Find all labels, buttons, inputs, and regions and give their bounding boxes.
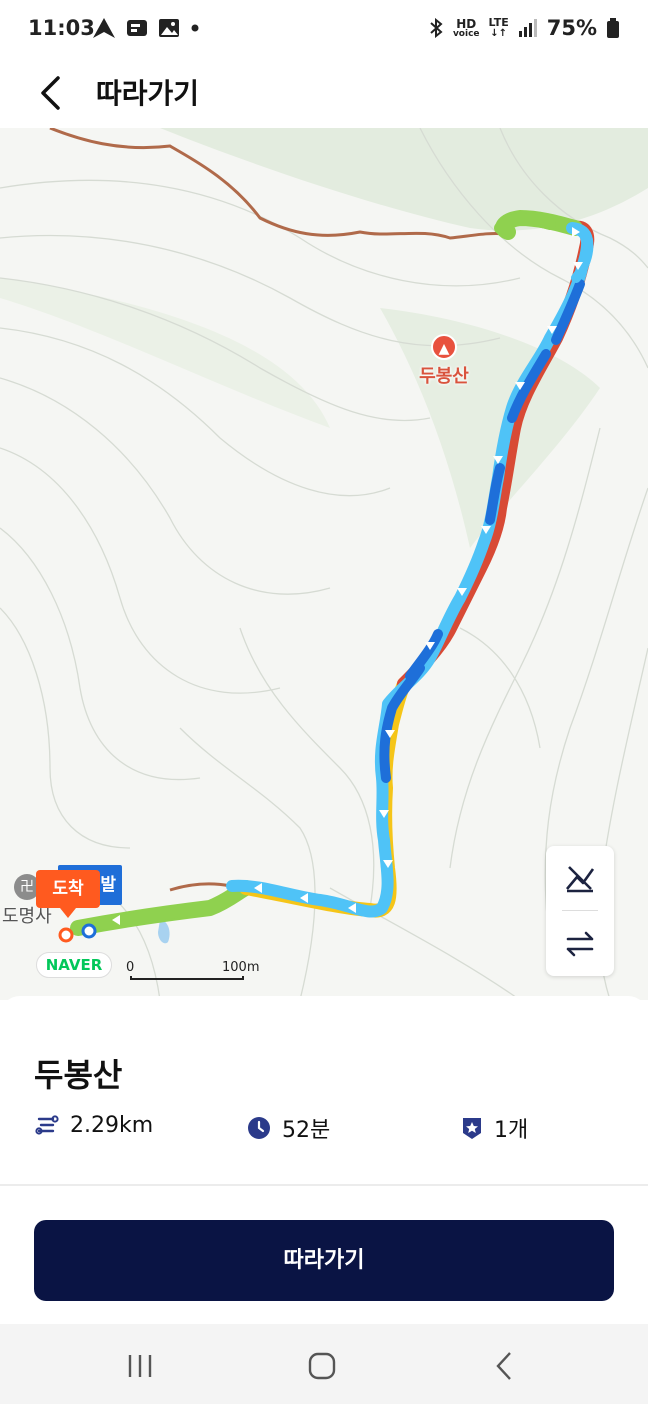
scale-line [130, 976, 244, 980]
distance-stat: 2.29km [34, 1112, 153, 1138]
course-info-sheet: 두봉산 2.29km 52분 1개 따라가기 [0, 996, 648, 1324]
back-arrow-icon [41, 76, 60, 110]
scale-label: 100m [222, 960, 260, 975]
app-header: 따라가기 [0, 62, 648, 128]
lte-indicator: LTE ↓↑ [488, 16, 509, 39]
recent-apps-button[interactable] [110, 1344, 170, 1388]
naver-logo: NAVER [36, 952, 112, 978]
peak-pin-icon: ▲ [431, 334, 457, 360]
peaks-stat: 1개 [460, 1112, 528, 1144]
home-icon [308, 1352, 336, 1380]
course-name: 두봉산 [34, 1056, 123, 1094]
elevation-toggle-icon [566, 866, 595, 893]
map-controls [546, 846, 614, 976]
back-icon [496, 1352, 511, 1380]
back-button[interactable] [30, 68, 80, 118]
signal-icon [518, 19, 537, 37]
swap-direction-icon [566, 931, 594, 957]
navigation-icon [93, 18, 115, 38]
clock-icon [248, 1117, 270, 1139]
recent-apps-icon [128, 1355, 152, 1377]
hd-label: HD [456, 16, 477, 31]
status-time: 11:03 [28, 16, 95, 40]
scale-zero: 0 [126, 960, 135, 975]
swap-direction-button[interactable] [546, 912, 614, 976]
peaks-value: 1개 [494, 1118, 529, 1143]
gallery-icon [159, 19, 179, 37]
system-back-button[interactable] [474, 1344, 534, 1388]
duration-stat: 52분 [246, 1112, 330, 1144]
map-scale-bar: 0 100m [126, 960, 259, 980]
dot-icon [191, 24, 199, 32]
voice-label: voice [452, 28, 480, 39]
notification-card-icon [127, 20, 147, 36]
status-notification-icons [92, 17, 200, 39]
peak-label: 두봉산 [419, 366, 469, 387]
elevation-toggle-button[interactable] [546, 846, 614, 910]
hd-voice-indicator: HD voice [453, 18, 480, 39]
status-bar: 11:03 HD voice LTE ↓↑ 75% [0, 0, 648, 62]
distance-value: 2.29km [70, 1112, 154, 1138]
peak-badge-icon [463, 1118, 481, 1139]
peak-marker[interactable]: ▲ 두봉산 [416, 334, 472, 388]
status-right: HD voice LTE ↓↑ 75% [428, 16, 620, 40]
arrive-flag[interactable]: 도착 [36, 870, 100, 918]
control-divider [562, 910, 598, 911]
system-nav-bar [0, 1324, 648, 1404]
duration-value: 52분 [282, 1118, 331, 1143]
course-stats: 2.29km 52분 1개 [34, 1112, 634, 1144]
sheet-divider [0, 1184, 648, 1186]
distance-icon [35, 1115, 59, 1135]
bluetooth-icon [430, 18, 443, 38]
trail-map[interactable]: ▲ 두봉산 卍 도명사 출발 도착 NAVER 0 100m [0, 128, 648, 1000]
battery-icon [607, 18, 619, 38]
follow-button[interactable]: 따라가기 [34, 1220, 614, 1301]
page-title: 따라가기 [96, 77, 200, 110]
home-button[interactable] [292, 1344, 352, 1388]
battery-percent: 75% [546, 16, 597, 40]
